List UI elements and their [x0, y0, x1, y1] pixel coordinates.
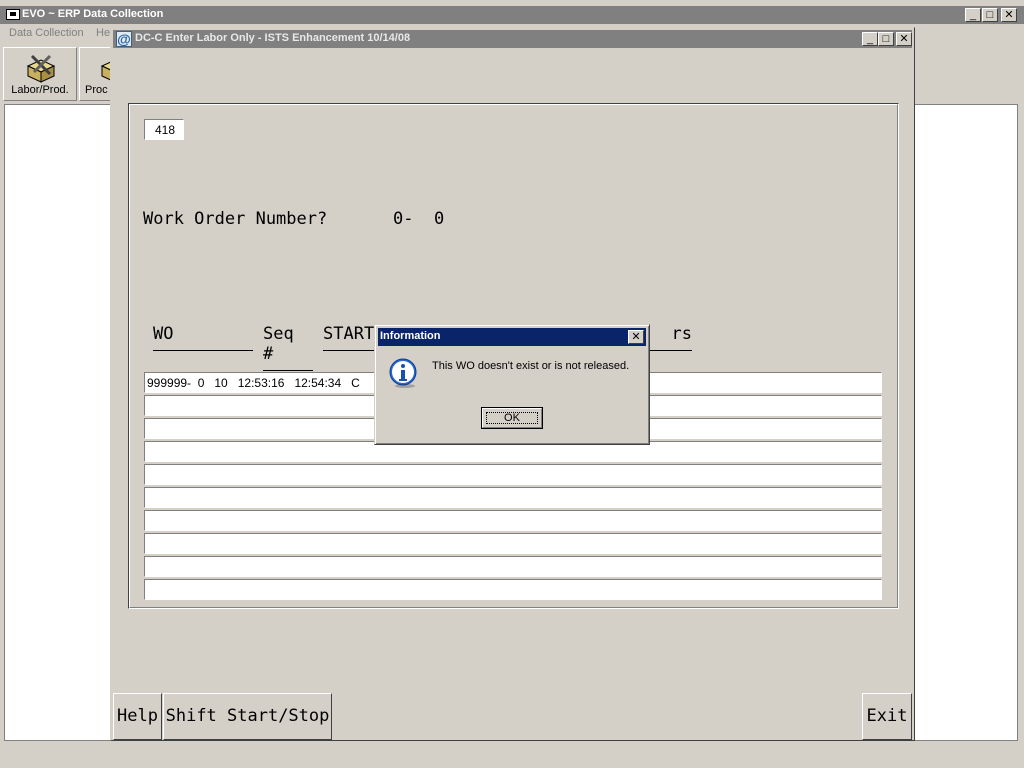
app-minimize-button[interactable]: _: [965, 8, 981, 22]
dialog-close-button[interactable]: ✕: [628, 330, 644, 344]
dialog-title-bar: Information ✕: [378, 328, 646, 346]
dialog-title: Information: [380, 330, 441, 342]
labor-production-icon: [26, 54, 56, 83]
information-dialog: Information ✕ This WO doesn't exist or i…: [374, 324, 650, 445]
status-bar: [0, 744, 1024, 768]
app-close-button[interactable]: ✕: [1001, 8, 1017, 22]
column-header-seq: Seq #: [263, 324, 313, 371]
labor-row[interactable]: [144, 533, 882, 554]
app-icon: [6, 9, 20, 20]
information-icon: [389, 358, 417, 388]
dialog-message: This WO doesn't exist or is not released…: [432, 360, 630, 372]
work-order-value[interactable]: 0- 0: [393, 209, 444, 229]
at-sign-icon: @: [116, 31, 132, 47]
labor-prod-label: Labor/Prod.: [11, 84, 69, 96]
labor-prod-button[interactable]: Labor/Prod.: [3, 47, 77, 101]
child-close-button[interactable]: ✕: [896, 32, 912, 46]
child-window-title: DC-C Enter Labor Only - ISTS Enhancement…: [135, 32, 411, 44]
menu-data-collection[interactable]: Data Collection: [9, 27, 84, 39]
app-title-bar: EVO ~ ERP Data Collection _ □ ✕: [0, 6, 1024, 24]
ok-button[interactable]: OK: [481, 407, 543, 429]
menu-help[interactable]: He: [96, 27, 110, 39]
work-order-prompt: Work Order Number?: [143, 209, 328, 229]
app-maximize-button[interactable]: □: [982, 8, 998, 22]
employee-number-field[interactable]: 418: [144, 119, 184, 140]
labor-row[interactable]: [144, 487, 882, 508]
app-title: EVO ~ ERP Data Collection: [22, 8, 164, 20]
column-header-wo: WO: [153, 324, 253, 351]
child-title-bar: @ DC-C Enter Labor Only - ISTS Enhanceme…: [113, 30, 912, 48]
labor-row[interactable]: [144, 464, 882, 485]
labor-row[interactable]: [144, 510, 882, 531]
labor-row[interactable]: [144, 556, 882, 577]
exit-button[interactable]: Exit: [862, 693, 912, 740]
child-maximize-button[interactable]: □: [878, 32, 894, 46]
child-minimize-button[interactable]: _: [862, 32, 878, 46]
help-button[interactable]: Help: [113, 693, 162, 740]
shift-start-stop-button[interactable]: Shift Start/Stop: [163, 693, 332, 740]
labor-row[interactable]: [144, 579, 882, 600]
